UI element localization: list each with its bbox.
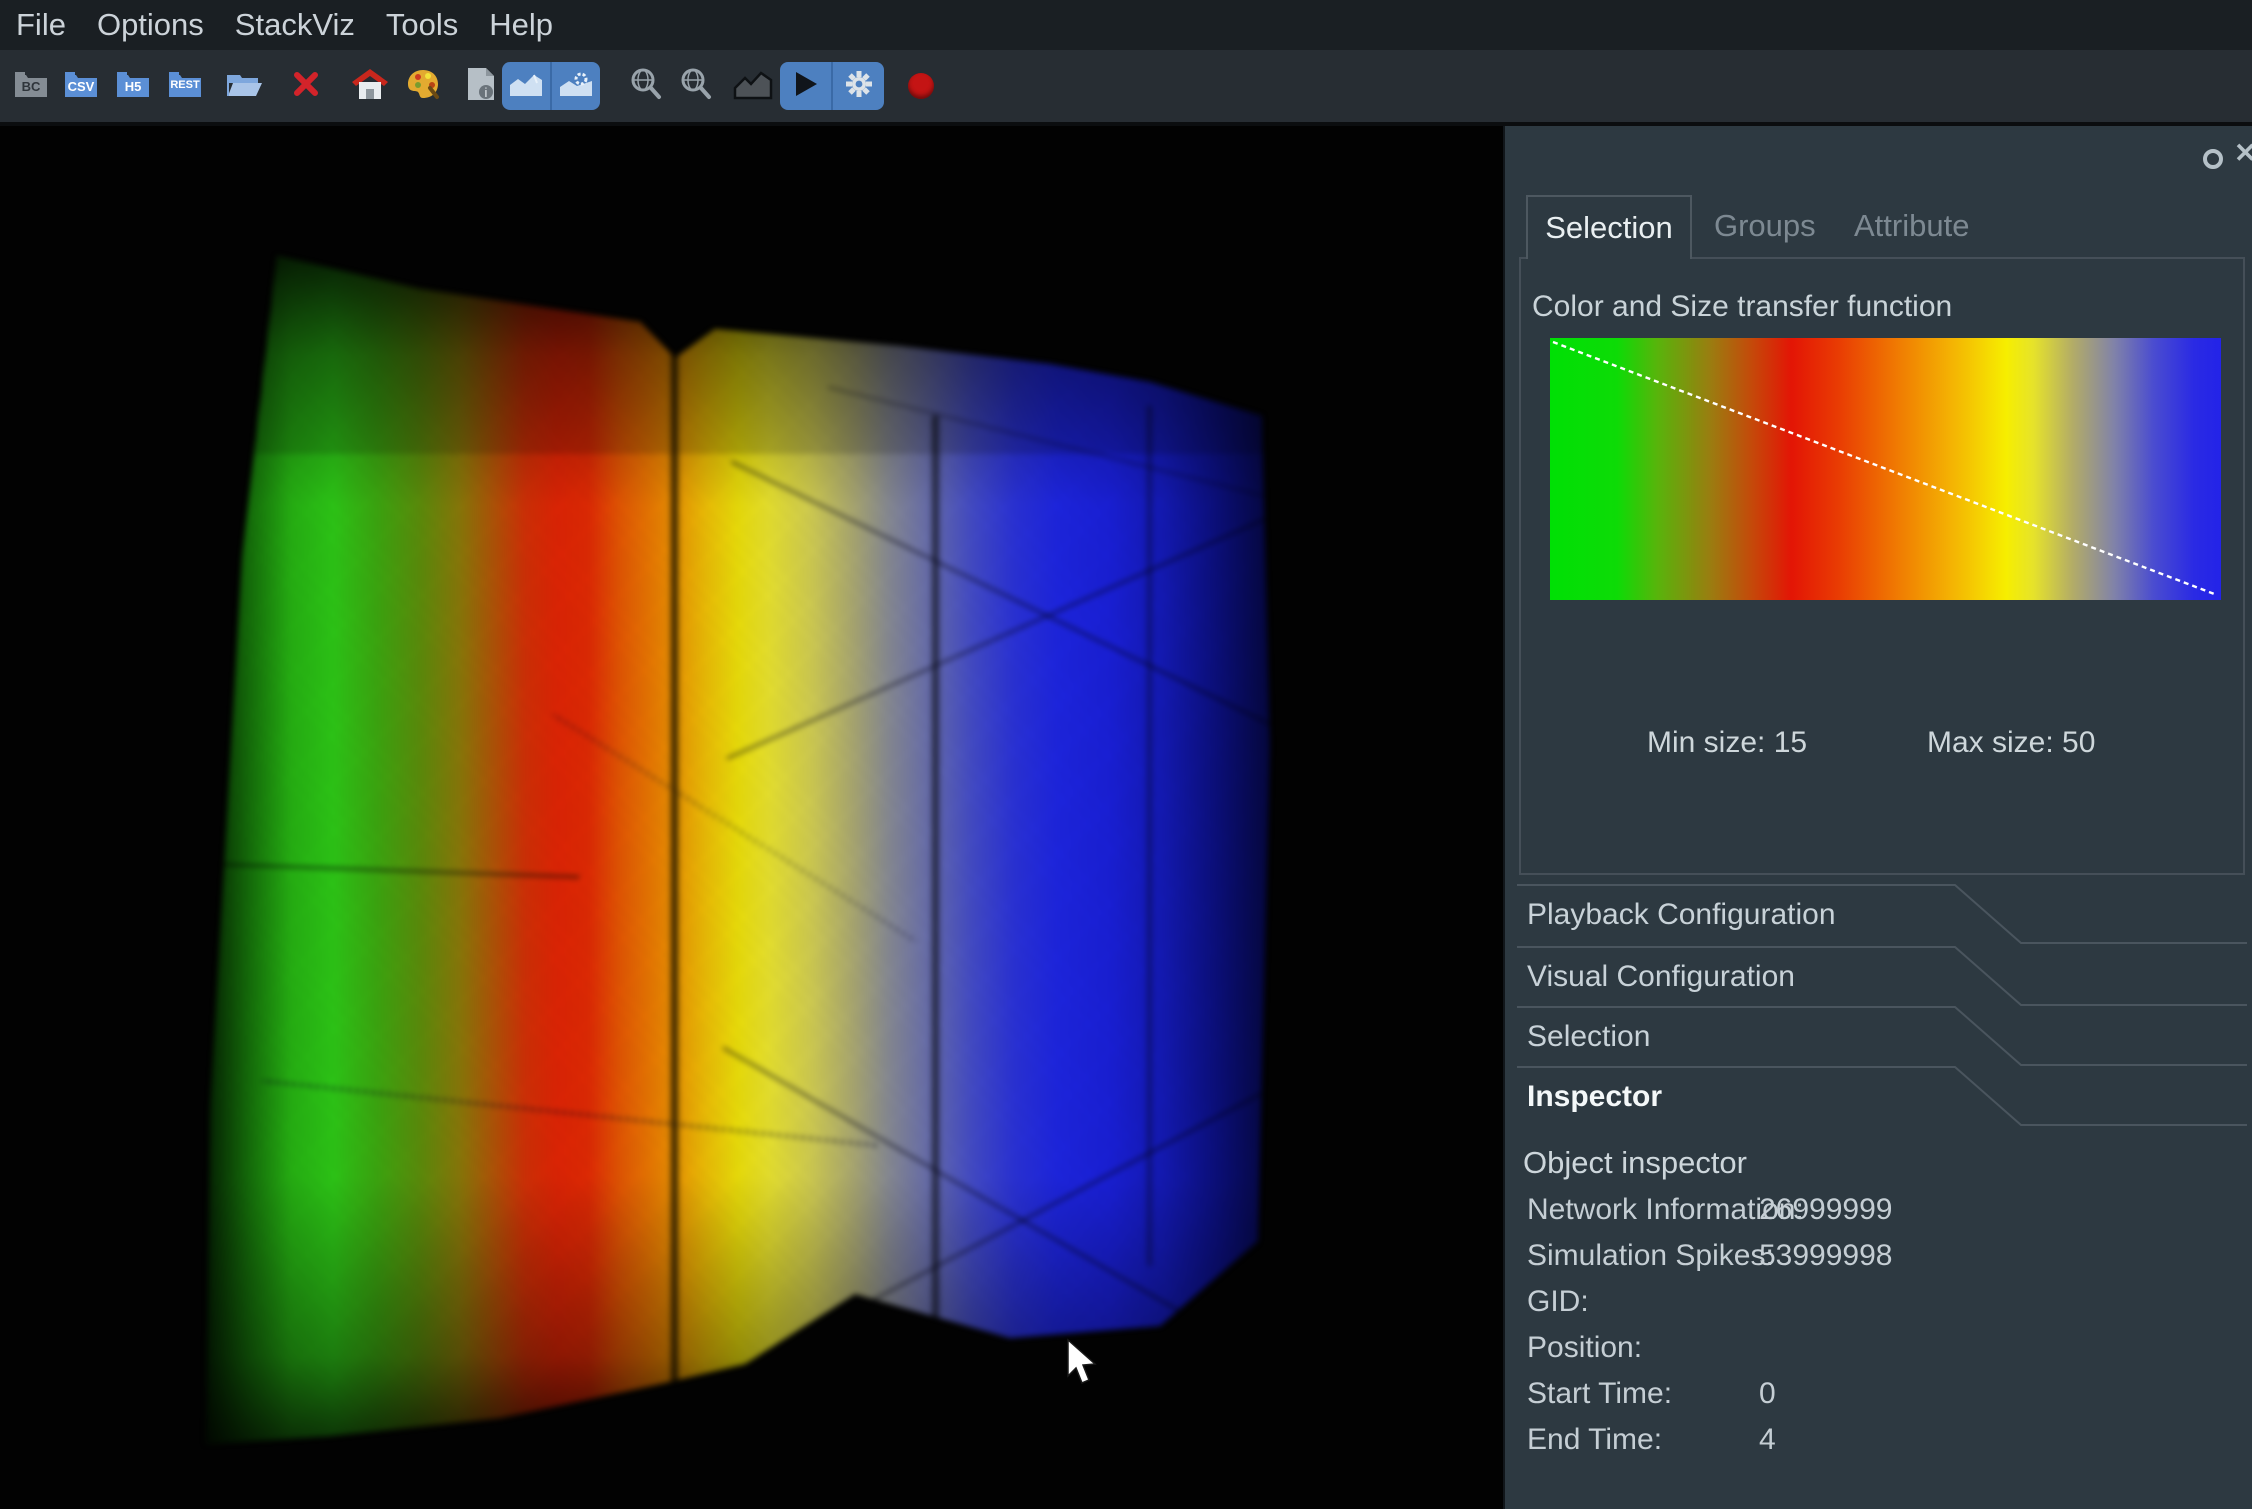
folder-bc-icon: BC [14, 69, 48, 104]
open-folder-icon [226, 68, 264, 105]
simulation-settings-button[interactable] [831, 62, 884, 110]
section-selection[interactable]: Selection [1505, 1006, 2252, 1066]
toolbar: BC CSV H5 REST [0, 50, 2252, 122]
chart-view-toggle-button[interactable] [502, 62, 550, 110]
report-button[interactable]: i [463, 68, 499, 104]
max-size-label: Max size: 50 [1927, 726, 2095, 760]
inspector-row-simulation-spikes: Simulation Spikes: 53999998 [1527, 1239, 2227, 1285]
tab-groups[interactable]: Groups [1714, 208, 1816, 244]
mouse-cursor-icon [1062, 1338, 1102, 1391]
point-cloud [0, 126, 1503, 1509]
close-panel-icon[interactable]: ✕ [2234, 138, 2252, 169]
menu-bar: File Options StackViz Tools Help [0, 0, 2252, 50]
file-info-icon: i [465, 67, 497, 106]
section-visual-configuration[interactable]: Visual Configuration [1505, 946, 2252, 1006]
render-viewport[interactable] [0, 126, 1503, 1509]
palette-icon [406, 68, 440, 105]
open-h5-folder-button[interactable]: H5 [116, 68, 150, 104]
menu-file[interactable]: File [16, 7, 66, 43]
record-icon [908, 73, 934, 99]
chart-gear-icon [559, 71, 593, 102]
home-icon [351, 67, 389, 106]
play-icon [793, 70, 819, 103]
zoom-in-button[interactable] [628, 68, 664, 104]
section-inspector[interactable]: Inspector [1505, 1066, 2252, 1126]
zoom-out-icon [679, 67, 713, 106]
chart-settings-toggle-button[interactable] [550, 62, 600, 110]
inspector-row-gid: GID: [1527, 1285, 2227, 1331]
tab-attribute[interactable]: Attribute [1854, 208, 1969, 244]
inspector-row-end-time: End Time: 4 [1527, 1423, 2227, 1469]
open-bc-folder-button[interactable]: BC [14, 68, 48, 104]
svg-text:i: i [485, 85, 488, 100]
transfer-function-title: Color and Size transfer function [1532, 290, 1952, 324]
folder-h5-icon: H5 [116, 69, 150, 104]
menu-tools[interactable]: Tools [386, 7, 458, 43]
chart-toggle-group [502, 62, 600, 110]
close-dataset-button[interactable] [292, 68, 320, 104]
transfer-function-editor[interactable] [1550, 338, 2221, 600]
dock-panel: ✕ Selection Groups Attribute Color and S… [1503, 126, 2252, 1509]
inspector-row-start-time: Start Time: 0 [1527, 1377, 2227, 1423]
open-rest-folder-button[interactable]: REST [168, 68, 202, 104]
record-button[interactable] [906, 68, 936, 104]
size-curve-line [1550, 338, 2221, 600]
close-x-icon [293, 71, 319, 102]
float-panel-icon[interactable] [2203, 149, 2223, 169]
inspector-row-network-information: Network Information: 26999999 [1527, 1193, 2227, 1239]
play-button[interactable] [780, 62, 831, 110]
open-csv-folder-button[interactable]: CSV [64, 68, 98, 104]
gear-icon [843, 68, 875, 105]
menu-help[interactable]: Help [489, 7, 553, 43]
menu-options[interactable]: Options [97, 7, 204, 43]
min-size-label: Min size: 15 [1647, 726, 1807, 760]
plot-button[interactable] [732, 68, 774, 104]
menu-stackviz[interactable]: StackViz [235, 7, 355, 43]
zoom-out-button[interactable] [678, 68, 714, 104]
line-chart-icon [733, 68, 773, 105]
inspector-row-position: Position: [1527, 1331, 2227, 1377]
playback-toggle-group [780, 62, 884, 110]
folder-rest-icon: REST [168, 69, 202, 104]
zoom-in-icon [629, 67, 663, 106]
folder-csv-icon: CSV [64, 69, 98, 104]
home-view-button[interactable] [350, 68, 390, 104]
area-chart-icon [509, 71, 543, 102]
object-inspector-title: Object inspector [1523, 1145, 1747, 1181]
open-folder-button[interactable] [226, 68, 264, 104]
color-palette-button[interactable] [405, 68, 441, 104]
section-playback-configuration[interactable]: Playback Configuration [1505, 884, 2252, 944]
tab-selection[interactable]: Selection [1526, 195, 1692, 259]
